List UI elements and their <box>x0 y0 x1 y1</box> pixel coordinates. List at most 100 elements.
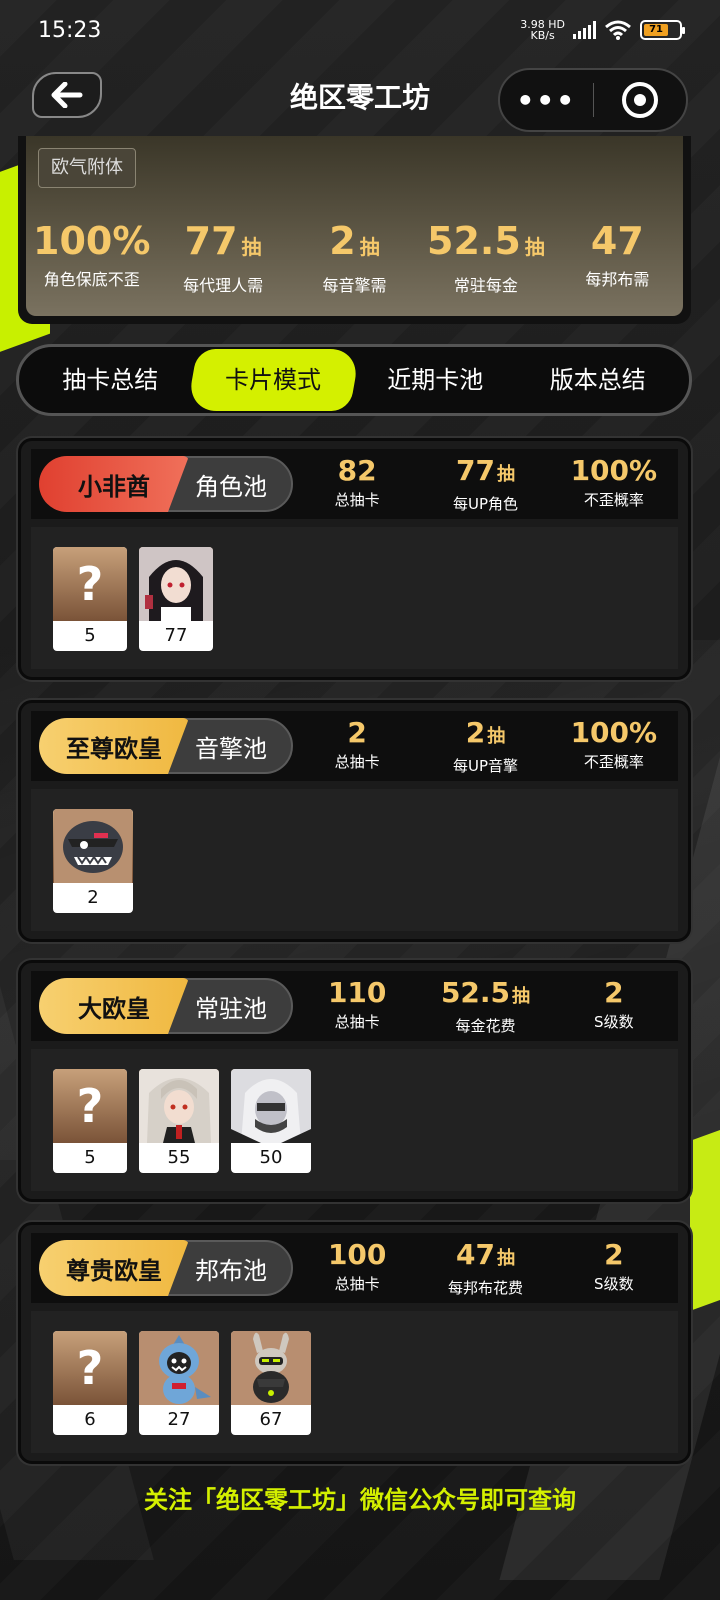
character-card[interactable]: ? 6 <box>53 1331 127 1435</box>
pool-stat: 2 抽每UP音擎 <box>421 716 549 776</box>
pull-count: 2 <box>87 887 99 908</box>
tab-3[interactable]: 近期卡池 <box>354 349 517 411</box>
summary-panel: 欧气附体 100% 角色保底不歪 77 抽每代理人需 2 抽每音擎需 52.5 抽常驻每金 47… <box>26 136 683 316</box>
pull-count: 5 <box>84 625 96 646</box>
close-program-button[interactable] <box>594 82 687 118</box>
stat-unit: 抽 <box>496 1247 515 1269</box>
pool-stat: 100% 不歪概率 <box>550 715 678 776</box>
tab-label: 抽卡总结 <box>62 366 159 394</box>
stat-value: 82 <box>337 453 377 487</box>
character-card[interactable]: 50 <box>231 1069 311 1173</box>
pull-count: 27 <box>167 1409 191 1430</box>
pool-header: 邦布池 尊贵欧皇 100 总抽卡 47 抽每邦布花费 2 S级数 <box>31 1233 678 1303</box>
stat-label: 总抽卡 <box>334 1012 380 1031</box>
luck-rank-badge: 至尊欧皇 <box>39 718 189 774</box>
stat-label: 每金花费 <box>455 1016 516 1035</box>
pool-stats: 2 总抽卡 2 抽每UP音擎 100% 不歪概率 <box>293 715 678 776</box>
bangboo-shark-icon <box>139 1331 219 1405</box>
stat-value: 110 <box>327 975 387 1009</box>
status-bar: 15:23 3.98 HD KB/s 71 <box>0 0 720 60</box>
stat-value: 77 抽 <box>456 453 515 487</box>
wifi-icon <box>605 20 631 40</box>
tab-label: 近期卡池 <box>387 366 484 394</box>
stat-value: 47 抽 <box>456 1237 515 1271</box>
battery-icon: 71 <box>640 20 685 40</box>
signal-icon <box>573 21 596 39</box>
stat-value: 2 <box>347 715 367 749</box>
stat-value: 100 <box>327 1237 387 1271</box>
stat-value: 100% <box>570 453 658 487</box>
stat-label: 总抽卡 <box>334 752 380 771</box>
character-card[interactable]: 55 <box>139 1069 219 1173</box>
pool-stat: 52.5 抽每金花费 <box>421 975 549 1036</box>
bangboo-rabbit-icon <box>231 1331 311 1405</box>
tab-4[interactable]: 版本总结 <box>517 349 680 411</box>
character-card[interactable]: 27 <box>139 1331 219 1435</box>
stat-label: 每UP音擎 <box>452 756 518 775</box>
pool-characters: ? 5 77 <box>31 527 678 669</box>
unknown-character-icon: ? <box>53 1069 127 1143</box>
shark-engine-icon <box>53 809 133 883</box>
unknown-character-icon: ? <box>53 1331 127 1405</box>
stat-label: 每邦布花费 <box>447 1278 523 1297</box>
stat-value: 52.5 抽 <box>427 219 545 263</box>
agent-portrait-masked <box>231 1069 311 1143</box>
stat-value: 47 <box>590 219 644 263</box>
mini-program-capsule: ••• <box>498 68 688 132</box>
summary-stats: 100% 角色保底不歪 77 抽每代理人需 2 抽每音擎需 52.5 抽常驻每金 47 每邦布需 <box>26 218 683 296</box>
pool-badge: 音擎池 至尊欧皇 <box>39 718 293 774</box>
nav-bar: 绝区零工坊 ••• <box>0 66 720 136</box>
pool-stat: 47 抽每邦布花费 <box>421 1237 549 1298</box>
tab-label: 卡片模式 <box>224 366 321 394</box>
more-dots-icon[interactable]: ••• <box>500 84 593 117</box>
pool-card: 邦布池 尊贵欧皇 100 总抽卡 47 抽每邦布花费 2 S级数? 6 27 67 <box>18 1222 691 1464</box>
stat-label: 角色保底不歪 <box>43 270 140 289</box>
stat-value: 100% <box>570 715 658 749</box>
character-card[interactable]: 77 <box>139 547 213 651</box>
character-card[interactable]: 2 <box>53 809 133 913</box>
summary-stat: 47 每邦布需 <box>552 218 683 296</box>
summary-stat: 77 抽每代理人需 <box>157 218 288 296</box>
luck-rank-badge: 大欧皇 <box>39 978 189 1034</box>
pool-stat: 2 S级数 <box>550 976 678 1036</box>
pool-stats: 100 总抽卡 47 抽每邦布花费 2 S级数 <box>293 1237 678 1298</box>
footer-text: 关注「绝区零工坊」微信公众号即可查询 <box>144 1486 576 1514</box>
pool-header: 常驻池 大欧皇 110 总抽卡 52.5 抽每金花费 2 S级数 <box>31 971 678 1041</box>
summary-stat: 100% 角色保底不歪 <box>26 218 157 296</box>
stat-value: 2抽 <box>329 219 380 263</box>
stat-label: 常驻每金 <box>453 276 518 295</box>
stat-label: 不歪概率 <box>583 752 644 771</box>
pool-stats: 82 总抽卡 77 抽每UP角色 100% 不歪概率 <box>293 453 678 514</box>
stat-value: 100% <box>33 219 151 263</box>
character-card[interactable]: 67 <box>231 1331 311 1435</box>
summary-card: 欧气附体 100% 角色保底不歪 77 抽每代理人需 2 抽每音擎需 52.5 抽常驻每金 47… <box>18 136 691 324</box>
luck-rank-badge: 尊贵欧皇 <box>39 1240 189 1296</box>
agent-portrait-white-hair <box>139 1069 219 1143</box>
pool-card: 音擎池 至尊欧皇 2 总抽卡 2 抽每UP音擎 100% 不歪概率 2 <box>18 700 691 942</box>
stat-value: 2 <box>604 1237 624 1271</box>
tab-1[interactable]: 抽卡总结 <box>29 349 192 411</box>
pool-stats: 110 总抽卡 52.5 抽每金花费 2 S级数 <box>293 975 678 1036</box>
net-speed: 3.98 HD KB/s <box>520 19 565 41</box>
stat-label: 每音擎需 <box>322 276 387 295</box>
stat-label: S级数 <box>594 1274 634 1293</box>
pool-card: 角色池 小非酋 82 总抽卡 77 抽每UP角色 100% 不歪概率? 5 77 <box>18 438 691 680</box>
target-icon <box>621 82 658 118</box>
stat-unit: 抽 <box>241 235 262 259</box>
pool-characters: ? 6 27 67 <box>31 1311 678 1453</box>
character-card[interactable]: ? 5 <box>53 547 127 651</box>
pool-header: 角色池 小非酋 82 总抽卡 77 抽每UP角色 100% 不歪概率 <box>31 449 678 519</box>
pool-badge: 角色池 小非酋 <box>39 456 293 512</box>
pool-stat: 77 抽每UP角色 <box>421 453 549 514</box>
pool-characters: ? 5 55 50 <box>31 1049 678 1191</box>
pool-stat: 110 总抽卡 <box>293 975 421 1036</box>
tab-2[interactable]: 卡片模式 <box>186 349 360 411</box>
battery-level: 71 <box>644 24 669 36</box>
stat-value: 77 抽 <box>184 219 262 263</box>
character-card[interactable]: ? 5 <box>53 1069 127 1173</box>
stat-value: 52.5 抽 <box>440 975 531 1009</box>
pool-stat: 100 总抽卡 <box>293 1237 421 1298</box>
pull-count: 6 <box>84 1409 96 1430</box>
summary-stat: 2 抽每音擎需 <box>289 218 420 296</box>
pool-characters: 2 <box>31 789 678 931</box>
